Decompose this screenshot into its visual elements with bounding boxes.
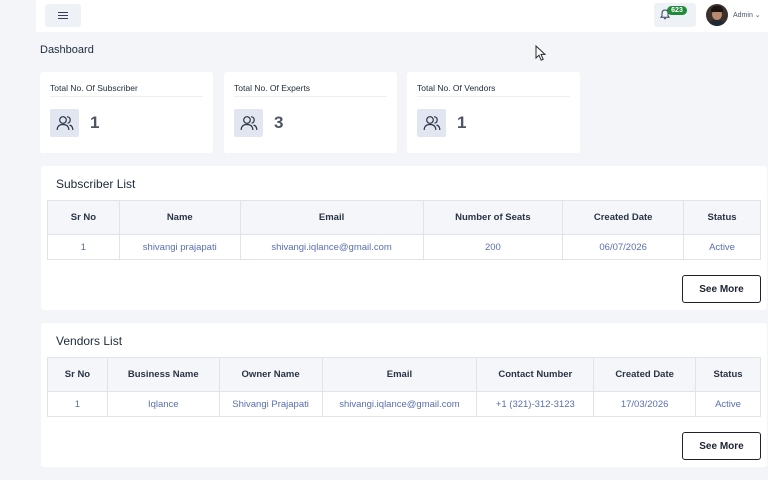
column-header: Name — [118, 200, 241, 235]
column-header: Sr No — [47, 357, 108, 392]
cell-status: Active — [695, 391, 761, 417]
column-header: Created Date — [562, 200, 685, 235]
cell-owner-name: Shivangi Prajapati — [218, 391, 323, 417]
users-icon — [417, 109, 446, 137]
cell-sr-no: 1 — [47, 234, 120, 260]
stat-card-experts: Total No. Of Experts 3 — [224, 72, 397, 153]
cell-sr-no: 1 — [47, 391, 108, 417]
chevron-down-icon: ⌄ — [754, 12, 761, 19]
cell-contact-number: +1 (321)-312-3123 — [476, 391, 595, 417]
cell-name: shivangi prajapati — [118, 234, 241, 260]
subscriber-table: Sr No Name Email Number of Seats Created… — [47, 200, 761, 260]
stat-value: 1 — [457, 113, 467, 132]
column-header: Status — [695, 357, 761, 392]
stat-label: Total No. Of Subscriber — [50, 83, 138, 93]
column-header: Contact Number — [476, 357, 595, 392]
column-header: Email — [321, 357, 478, 392]
user-menu[interactable]: Admin ⌄ — [733, 11, 761, 19]
vendors-list-title: Vendors List — [56, 334, 123, 348]
column-header: Owner Name — [218, 357, 323, 392]
cell-seats: 200 — [422, 234, 564, 260]
notification-count-badge: 623 — [667, 6, 687, 15]
users-icon — [50, 109, 79, 137]
top-navbar: 623 Admin ⌄ — [36, 0, 768, 32]
divider — [234, 96, 387, 97]
divider — [50, 96, 203, 97]
cell-status: Active — [683, 234, 761, 260]
column-header: Number of Seats — [422, 200, 564, 235]
subscriber-list-panel: Subscriber List Sr No Name Email Number … — [41, 166, 767, 310]
column-header: Created Date — [593, 357, 697, 392]
stat-value: 3 — [274, 113, 284, 132]
stat-card-vendors: Total No. Of Vendors 1 — [407, 72, 580, 153]
vendors-table: Sr No Business Name Owner Name Email Con… — [47, 357, 761, 417]
vendors-list-panel: Vendors List Sr No Business Name Owner N… — [41, 323, 767, 467]
table-row[interactable]: 1 shivangi prajapati shivangi.iqlance@gm… — [47, 234, 761, 260]
stat-label: Total No. Of Vendors — [417, 83, 496, 93]
stat-label: Total No. Of Experts — [234, 83, 311, 93]
users-icon — [234, 109, 263, 137]
cell-created-date: 17/03/2026 — [593, 391, 697, 417]
cell-email: shivangi.iqlance@gmail.com — [239, 234, 424, 260]
table-row[interactable]: 1 Iqlance Shivangi Prajapati shivangi.iq… — [47, 391, 761, 417]
vendors-see-more-button[interactable]: See More — [682, 432, 761, 460]
column-header: Sr No — [47, 200, 120, 235]
column-header: Status — [683, 200, 761, 235]
notifications-button[interactable]: 623 — [654, 3, 696, 27]
user-name: Admin — [733, 12, 753, 19]
stat-card-subscribers: Total No. Of Subscriber 1 — [40, 72, 213, 153]
table-header-row: Sr No Name Email Number of Seats Created… — [47, 200, 761, 235]
cell-business-name: Iqlance — [106, 391, 220, 417]
mouse-cursor-icon — [535, 45, 547, 61]
page-title: Dashboard — [40, 44, 94, 56]
column-header: Email — [239, 200, 424, 235]
column-header: Business Name — [106, 357, 220, 392]
divider — [417, 96, 570, 97]
menu-toggle-button[interactable] — [45, 4, 81, 27]
subscriber-list-title: Subscriber List — [56, 177, 136, 191]
cell-created-date: 06/07/2026 — [562, 234, 685, 260]
table-header-row: Sr No Business Name Owner Name Email Con… — [47, 357, 761, 392]
hamburger-icon — [58, 11, 68, 20]
stat-value: 1 — [90, 113, 100, 132]
user-avatar[interactable] — [706, 4, 728, 26]
cell-email: shivangi.iqlance@gmail.com — [321, 391, 478, 417]
subscriber-see-more-button[interactable]: See More — [682, 275, 761, 303]
